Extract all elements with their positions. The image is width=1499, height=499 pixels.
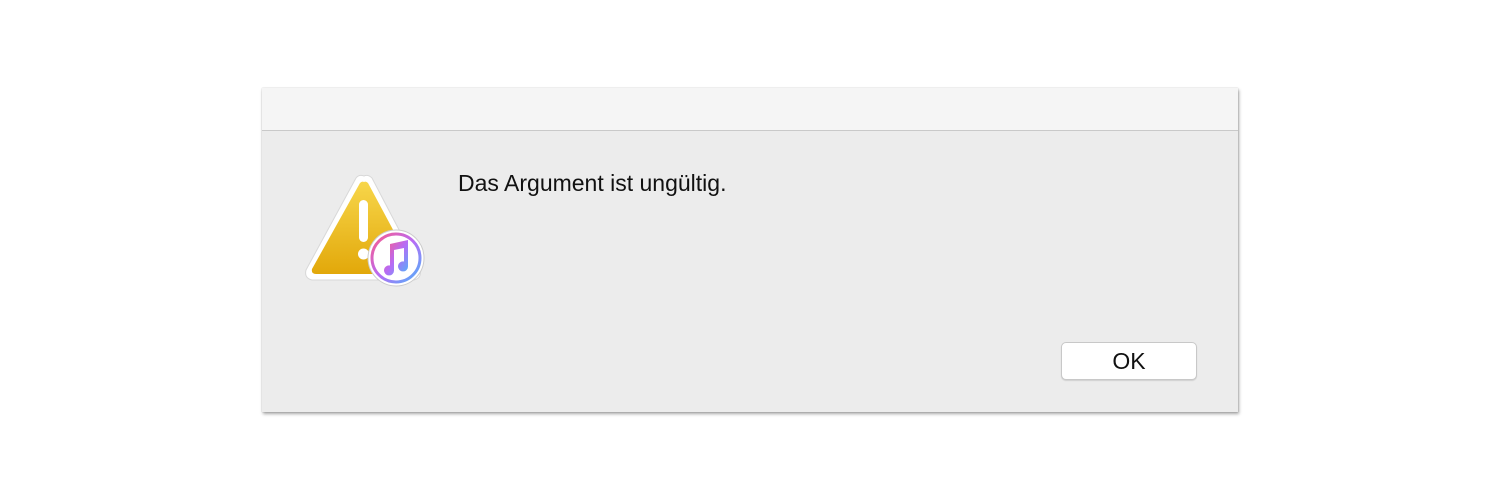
itunes-warning-icon: [302, 172, 428, 288]
dialog-titlebar[interactable]: [262, 88, 1238, 131]
alert-message: Das Argument ist ungültig.: [458, 170, 727, 196]
ok-button[interactable]: OK: [1061, 342, 1197, 380]
alert-dialog: Das Argument ist ungültig. OK: [262, 88, 1238, 412]
